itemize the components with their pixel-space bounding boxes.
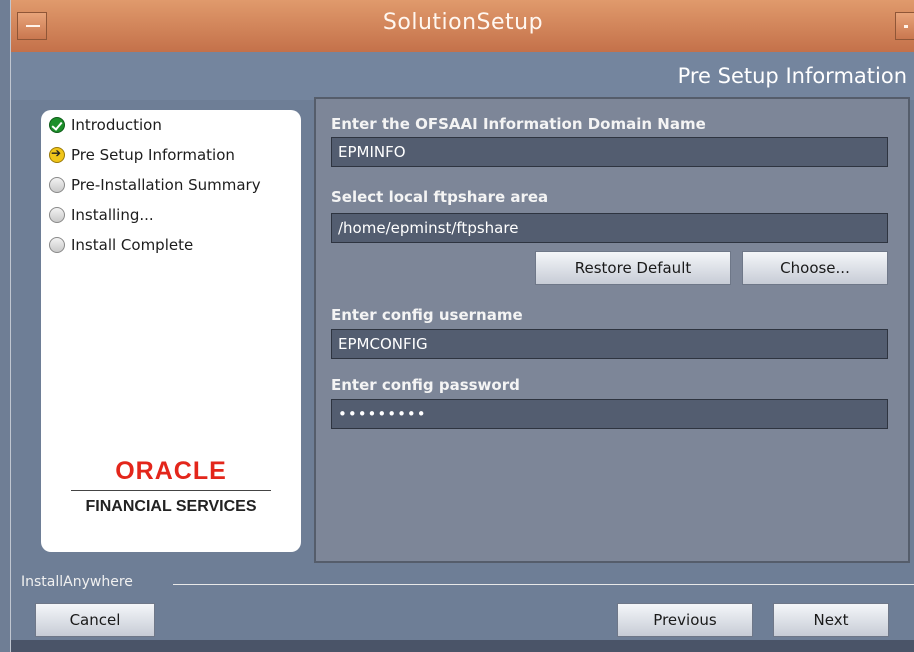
cancel-button[interactable]: Cancel [35,603,155,637]
step-label: Install Complete [71,236,194,254]
setup-form-panel: Enter the OFSAAI Information Domain Name… [314,97,910,563]
ftpshare-input[interactable] [331,213,888,243]
config-username-label: Enter config username [331,306,523,324]
domain-name-input[interactable] [331,137,888,167]
oracle-brand: ORACLE [115,457,227,485]
pending-circle-icon [49,207,65,223]
restore-default-label: Restore Default [574,259,692,277]
step-pre-installation-summary: Pre-Installation Summary [49,174,261,196]
check-icon [49,117,65,133]
step-introduction: Introduction [49,114,162,136]
step-installing: Installing... [49,204,154,226]
ftpshare-label: Select local ftpshare area [331,188,549,206]
pending-circle-icon [49,177,65,193]
step-label: Introduction [71,116,162,134]
header-band: Pre Setup Information [11,52,914,100]
logo-divider [71,490,271,491]
config-username-input[interactable] [331,329,888,359]
oracle-subtitle: FINANCIAL SERVICES [85,498,257,515]
bottom-strip [11,640,914,652]
maximize-icon [904,25,908,28]
next-button[interactable]: Next [773,603,889,637]
installanywhere-label: InstallAnywhere [21,574,133,590]
step-label: Installing... [71,206,154,224]
window-maximize-button[interactable] [895,12,914,40]
cancel-label: Cancel [69,611,121,629]
title-bar[interactable]: SolutionSetup [11,0,914,53]
config-password-label: Enter config password [331,376,520,394]
arrow-right-icon [49,146,65,163]
pending-circle-icon [49,237,65,253]
window-title: SolutionSetup [382,10,544,35]
step-label: Pre Setup Information [71,146,235,164]
footer-divider [173,584,914,585]
steps-panel: Introduction Pre Setup Information Pre-I… [41,110,301,552]
choose-button[interactable]: Choose... [742,251,888,285]
page-title: Pre Setup Information [677,64,907,88]
choose-label: Choose... [780,259,850,277]
step-pre-setup-information: Pre Setup Information [49,144,235,166]
restore-default-button[interactable]: Restore Default [535,251,731,285]
step-label: Pre-Installation Summary [71,176,261,194]
next-label: Next [813,611,849,629]
config-password-input[interactable] [331,399,888,429]
oracle-logo: ORACLE [41,457,301,486]
domain-name-label: Enter the OFSAAI Information Domain Name [331,115,706,133]
previous-button[interactable]: Previous [617,603,753,637]
previous-label: Previous [653,611,717,629]
installer-window: SolutionSetup Pre Setup Information Intr… [10,0,914,652]
step-install-complete: Install Complete [49,234,193,256]
